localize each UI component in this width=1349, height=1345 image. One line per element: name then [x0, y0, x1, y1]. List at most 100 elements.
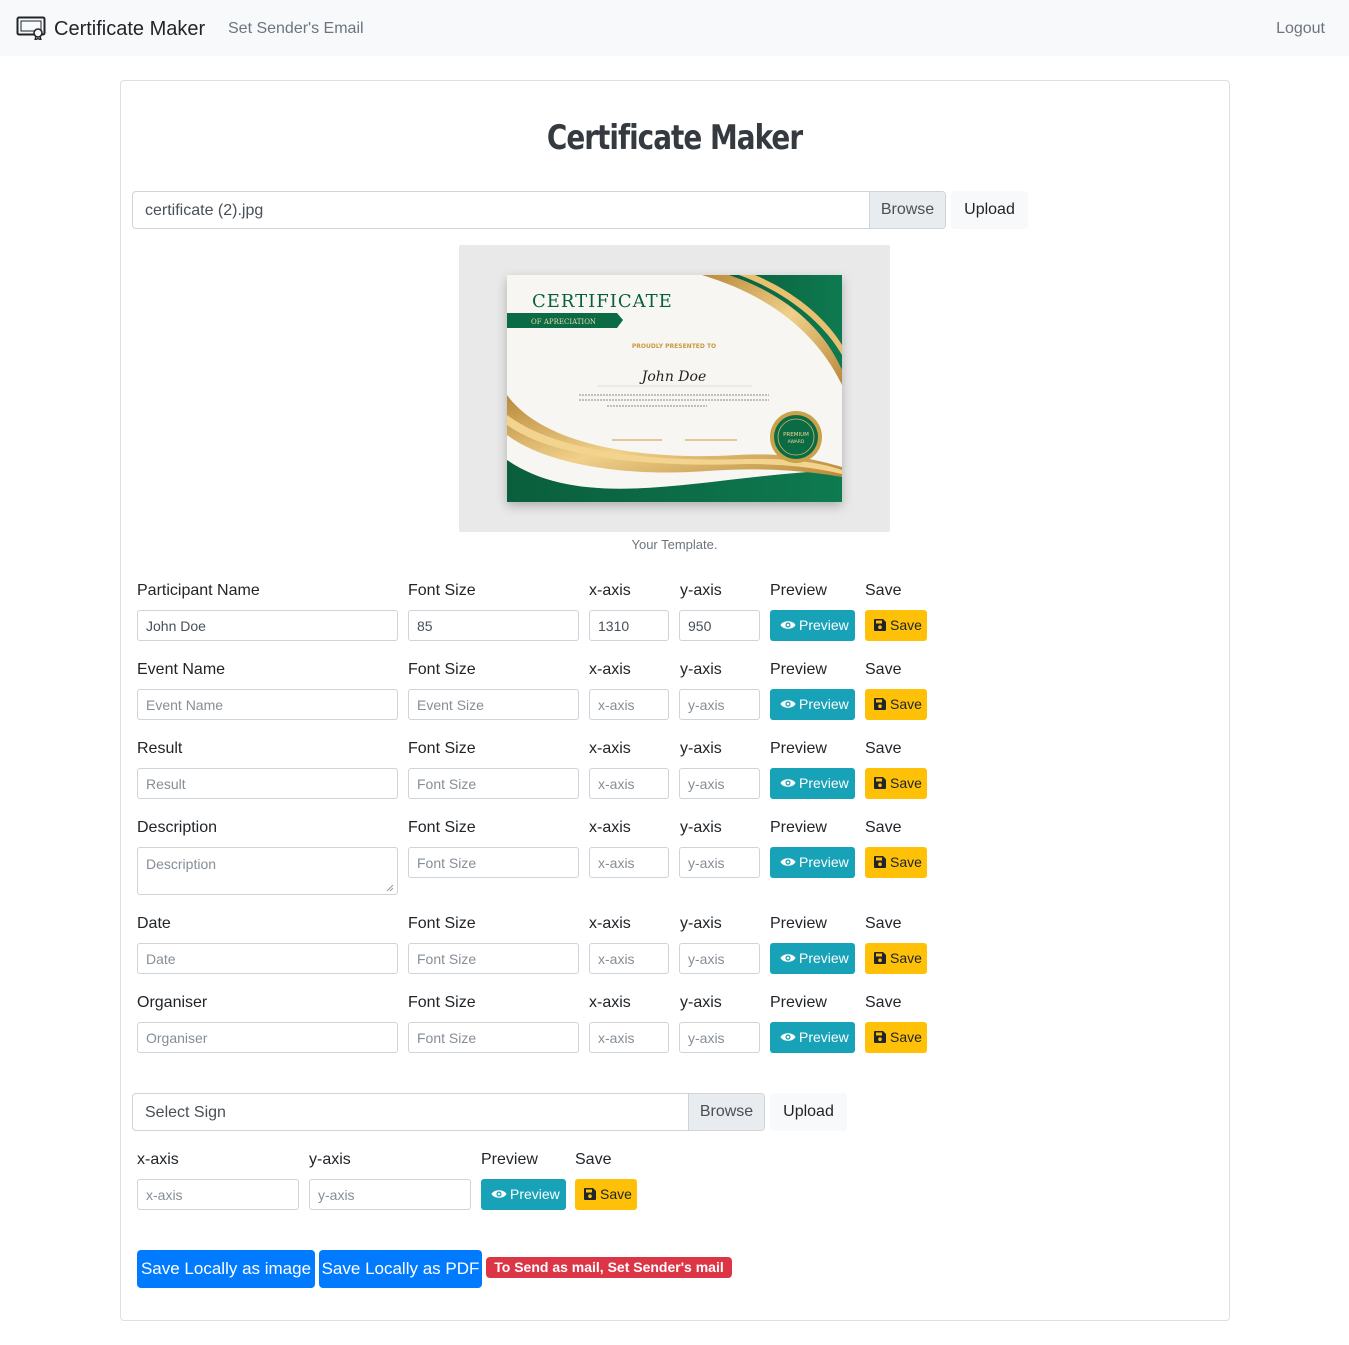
sign-y-input[interactable]	[309, 1179, 471, 1210]
sign-save-button[interactable]: Save	[575, 1179, 637, 1210]
field-value-input[interactable]	[137, 768, 398, 799]
template-preview-frame: CERTIFICATE OF APRECIATION PROUDLY PRESE…	[459, 245, 890, 532]
preview-button[interactable]: Preview	[770, 943, 855, 974]
logout-link[interactable]: Logout	[1276, 19, 1325, 39]
template-file-group: certificate (2).jpg Browse Upload	[132, 191, 1032, 229]
field-label: Result	[137, 740, 183, 757]
font-size-label: Font Size	[408, 994, 476, 1011]
save-label: Save	[865, 819, 902, 836]
y-axis-label: y-axis	[680, 582, 722, 599]
save-as-image-button[interactable]: Save Locally as image	[137, 1250, 315, 1288]
save-button[interactable]: Save	[865, 610, 927, 641]
preview-label: Preview	[770, 582, 827, 599]
floppy-disk-icon	[874, 952, 886, 964]
sign-browse-button[interactable]: Browse	[688, 1094, 764, 1130]
preview-button[interactable]: Preview	[770, 610, 855, 641]
y-axis-label: y-axis	[680, 915, 722, 932]
field-value-input[interactable]	[137, 943, 398, 974]
certificate-icon[interactable]	[16, 16, 46, 40]
preview-button[interactable]: Preview	[770, 768, 855, 799]
preview-button[interactable]: Preview	[770, 847, 855, 878]
preview-button-label: Preview	[799, 617, 849, 633]
sign-upload-button[interactable]: Upload	[770, 1093, 847, 1131]
sign-y-label: y-axis	[309, 1151, 351, 1168]
x-axis-input[interactable]	[589, 768, 669, 799]
eye-icon	[780, 954, 796, 962]
font-size-label: Font Size	[408, 819, 476, 836]
font-size-input[interactable]	[408, 1022, 579, 1053]
save-button-label: Save	[890, 696, 922, 712]
y-axis-input[interactable]	[679, 1022, 760, 1053]
set-sender-email-link[interactable]: Set Sender's Email	[228, 19, 364, 39]
font-size-input[interactable]	[408, 689, 579, 720]
font-size-input[interactable]	[408, 768, 579, 799]
save-button[interactable]: Save	[865, 943, 927, 974]
x-axis-input[interactable]	[589, 610, 669, 641]
y-axis-input[interactable]	[679, 610, 760, 641]
y-axis-input[interactable]	[679, 689, 760, 720]
font-size-label: Font Size	[408, 661, 476, 678]
save-as-pdf-button[interactable]: Save Locally as PDF	[319, 1250, 482, 1288]
save-button-label: Save	[890, 950, 922, 966]
brand-title[interactable]: Certificate Maker	[54, 17, 205, 41]
x-axis-label: x-axis	[589, 819, 631, 836]
eye-icon	[780, 700, 796, 708]
x-axis-input[interactable]	[589, 1022, 669, 1053]
font-size-input[interactable]	[408, 610, 579, 641]
save-button[interactable]: Save	[865, 689, 927, 720]
sign-file-group: Select Sign Browse Upload	[132, 1093, 852, 1131]
field-value-textarea[interactable]	[137, 847, 398, 895]
y-axis-input[interactable]	[679, 768, 760, 799]
preview-button-label: Preview	[799, 854, 849, 870]
y-axis-label: y-axis	[680, 740, 722, 757]
x-axis-label: x-axis	[589, 915, 631, 932]
certificate-heading: CERTIFICATE	[532, 291, 673, 312]
field-value-input[interactable]	[137, 1022, 398, 1053]
save-button-label: Save	[890, 1029, 922, 1045]
sign-preview-label: Preview	[481, 1151, 538, 1168]
x-axis-input[interactable]	[589, 943, 669, 974]
floppy-disk-icon	[874, 856, 886, 868]
x-axis-input[interactable]	[589, 847, 669, 878]
sign-save-button-label: Save	[600, 1186, 632, 1202]
template-browse-button[interactable]: Browse	[869, 192, 945, 228]
eye-icon	[780, 779, 796, 787]
floppy-disk-icon	[874, 1031, 886, 1043]
resize-grip-icon[interactable]	[386, 884, 394, 892]
template-file-name: certificate (2).jpg	[145, 202, 264, 219]
y-axis-input[interactable]	[679, 847, 760, 878]
save-button-label: Save	[890, 854, 922, 870]
preview-button-label: Preview	[799, 696, 849, 712]
field-label: Participant Name	[137, 582, 260, 599]
save-button[interactable]: Save	[865, 1022, 927, 1053]
sign-x-input[interactable]	[137, 1179, 299, 1210]
save-button[interactable]: Save	[865, 847, 927, 878]
sign-save-label: Save	[575, 1151, 612, 1168]
template-upload-button[interactable]: Upload	[951, 191, 1028, 229]
font-size-input[interactable]	[408, 847, 579, 878]
save-label: Save	[865, 994, 902, 1011]
save-button[interactable]: Save	[865, 768, 927, 799]
certificate-presented-text: PROUDLY PRESENTED TO	[632, 343, 716, 350]
template-file-input[interactable]: certificate (2).jpg Browse	[132, 191, 946, 229]
preview-label: Preview	[770, 915, 827, 932]
mail-warning-badge: To Send as mail, Set Sender's mail	[486, 1257, 732, 1278]
font-size-label: Font Size	[408, 740, 476, 757]
y-axis-label: y-axis	[680, 819, 722, 836]
font-size-label: Font Size	[408, 915, 476, 932]
save-button-label: Save	[890, 617, 922, 633]
preview-button[interactable]: Preview	[770, 1022, 855, 1053]
y-axis-input[interactable]	[679, 943, 760, 974]
seal-line-1: PREMIUM	[783, 432, 809, 438]
font-size-input[interactable]	[408, 943, 579, 974]
x-axis-label: x-axis	[589, 740, 631, 757]
y-axis-label: y-axis	[680, 994, 722, 1011]
field-value-input[interactable]	[137, 610, 398, 641]
field-value-input[interactable]	[137, 689, 398, 720]
x-axis-input[interactable]	[589, 689, 669, 720]
x-axis-label: x-axis	[589, 582, 631, 599]
sign-preview-button[interactable]: Preview	[481, 1179, 566, 1210]
sign-file-input[interactable]: Select Sign Browse	[132, 1093, 765, 1131]
preview-button-label: Preview	[799, 950, 849, 966]
preview-button[interactable]: Preview	[770, 689, 855, 720]
